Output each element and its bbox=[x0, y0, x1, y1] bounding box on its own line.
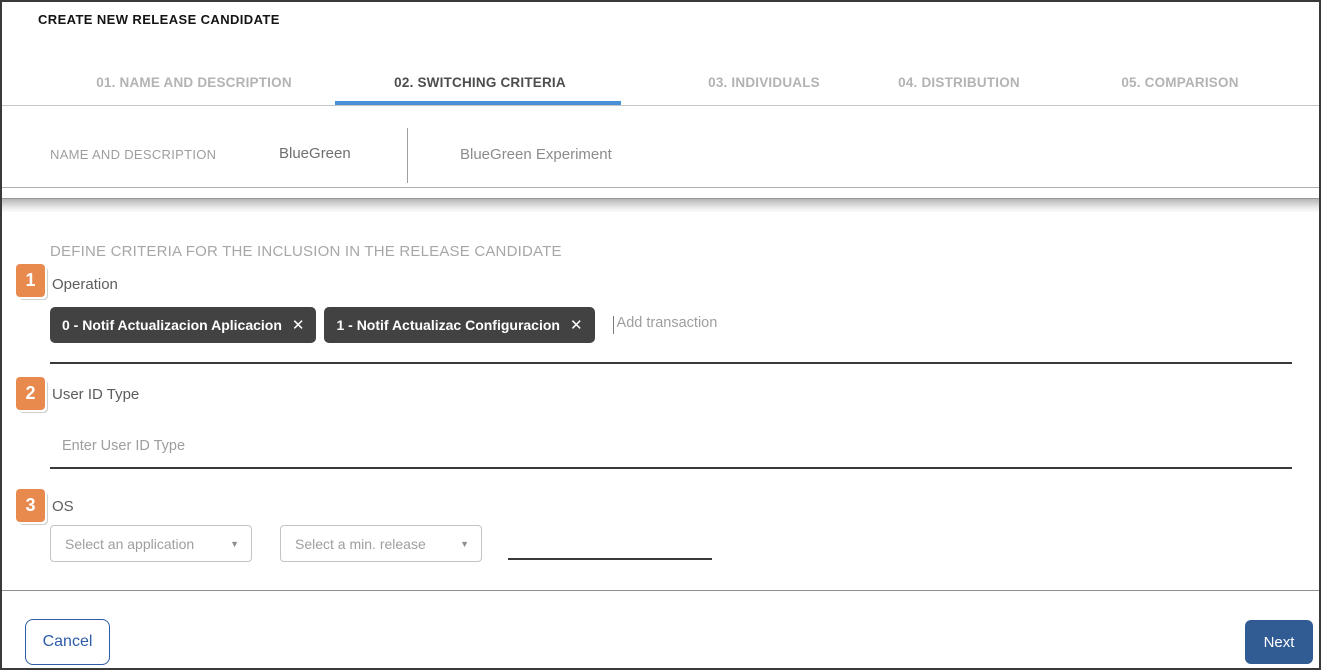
remove-icon[interactable]: ✕ bbox=[570, 318, 583, 333]
header-shadow bbox=[2, 198, 1321, 212]
summary-divider bbox=[407, 128, 408, 183]
cancel-button[interactable]: Cancel bbox=[25, 619, 110, 665]
tab-comparison[interactable]: 05. COMPARISON bbox=[1121, 75, 1238, 90]
operation-label: Operation bbox=[52, 276, 118, 293]
step-1-badge: 1 bbox=[16, 264, 45, 297]
footer-divider bbox=[2, 590, 1321, 591]
add-transaction-input[interactable] bbox=[615, 314, 919, 332]
text-caret bbox=[613, 316, 614, 334]
chevron-down-icon: ▼ bbox=[230, 539, 239, 549]
tab-individuals[interactable]: 03. INDIVIDUALS bbox=[708, 75, 820, 90]
chevron-down-icon: ▼ bbox=[460, 539, 469, 549]
remove-icon[interactable]: ✕ bbox=[292, 318, 305, 333]
operation-field: 0 - Notif Actualizacion Aplicacion ✕ 1 -… bbox=[50, 305, 1292, 364]
tab-strip-divider bbox=[2, 105, 1321, 106]
user-id-type-field bbox=[50, 410, 1292, 469]
chip-label: 1 - Notif Actualizac Configuracion bbox=[336, 317, 560, 333]
step-2-badge: 2 bbox=[16, 377, 45, 410]
next-button[interactable]: Next bbox=[1245, 620, 1313, 664]
user-id-type-label: User ID Type bbox=[52, 386, 139, 403]
user-id-type-input[interactable] bbox=[50, 437, 664, 455]
summary-bottom-divider bbox=[2, 187, 1321, 188]
tab-switching-criteria[interactable]: 02. SWITCHING CRITERIA bbox=[394, 75, 566, 90]
criteria-heading: DEFINE CRITERIA FOR THE INCLUSION IN THE… bbox=[50, 243, 562, 260]
release-candidate-name: BlueGreen bbox=[279, 145, 351, 162]
release-candidate-description: BlueGreen Experiment bbox=[460, 146, 612, 163]
step-3-badge: 3 bbox=[16, 489, 45, 522]
create-release-candidate-dialog: CREATE NEW RELEASE CANDIDATE 01. NAME AN… bbox=[0, 0, 1321, 670]
application-select-value: Select an application bbox=[65, 536, 224, 552]
os-version-input[interactable] bbox=[508, 525, 712, 560]
tab-distribution[interactable]: 04. DISTRIBUTION bbox=[898, 75, 1020, 90]
page-title: CREATE NEW RELEASE CANDIDATE bbox=[38, 12, 280, 27]
os-label: OS bbox=[52, 498, 74, 515]
summary-section-label: NAME AND DESCRIPTION bbox=[50, 147, 216, 162]
chip-label: 0 - Notif Actualizacion Aplicacion bbox=[62, 317, 282, 333]
transaction-chip[interactable]: 0 - Notif Actualizacion Aplicacion ✕ bbox=[50, 307, 316, 343]
min-release-select[interactable]: Select a min. release ▼ bbox=[280, 525, 482, 562]
transaction-chip[interactable]: 1 - Notif Actualizac Configuracion ✕ bbox=[324, 307, 594, 343]
tab-name-and-description[interactable]: 01. NAME AND DESCRIPTION bbox=[96, 75, 292, 90]
min-release-select-value: Select a min. release bbox=[295, 536, 454, 552]
application-select[interactable]: Select an application ▼ bbox=[50, 525, 252, 562]
